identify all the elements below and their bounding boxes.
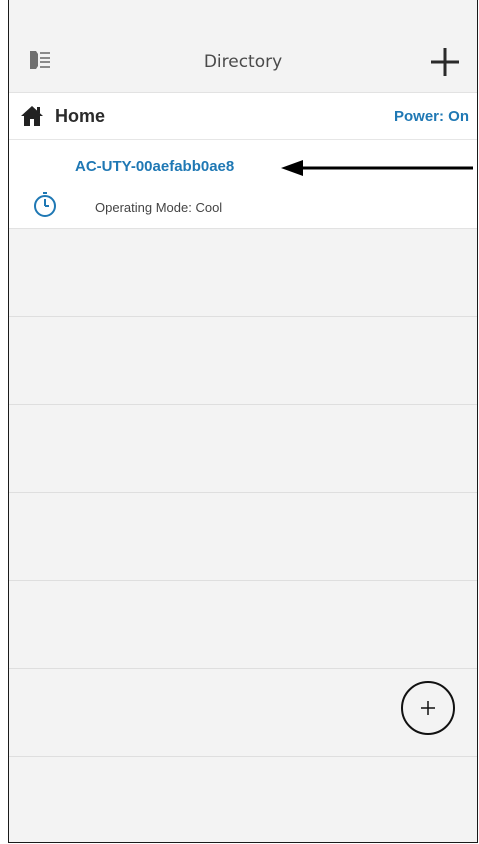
timer-icon	[34, 192, 56, 217]
arrow-left-icon	[281, 160, 473, 176]
list-divider	[9, 492, 477, 493]
list-divider	[9, 316, 477, 317]
home-group-row[interactable]: Home Power: On	[9, 93, 477, 140]
operating-mode-text: Operating Mode: Cool	[95, 200, 223, 215]
list-divider	[9, 580, 477, 581]
device-row[interactable]: AC-UTY-00aefabb0ae8 Operating Mode: Cool	[9, 140, 477, 229]
top-header: Directory	[9, 0, 477, 93]
power-status[interactable]: Power: On	[394, 108, 469, 125]
home-label: Home	[55, 106, 106, 126]
page-title: Directory	[203, 52, 283, 72]
list-divider	[9, 404, 477, 405]
add-device-button[interactable]	[401, 681, 455, 735]
plus-circle-icon	[421, 701, 435, 715]
list-divider	[9, 756, 477, 757]
list-divider	[9, 668, 477, 669]
app-screen: Directory Home Power: On AC-UTY-00aefabb…	[8, 0, 478, 843]
home-icon	[21, 106, 43, 126]
device-name[interactable]: AC-UTY-00aefabb0ae8	[75, 158, 234, 175]
plus-icon[interactable]	[429, 46, 461, 78]
